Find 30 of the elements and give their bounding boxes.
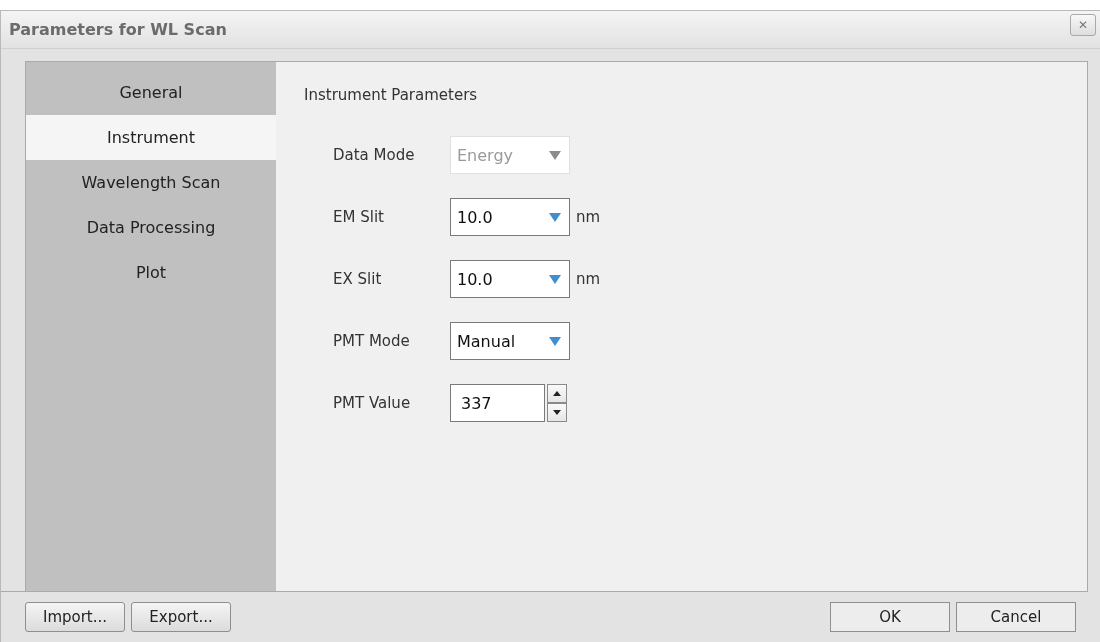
field-label: PMT Value [333, 394, 412, 412]
field-label: EM Slit [333, 208, 385, 226]
spin-up-button[interactable] [547, 384, 567, 403]
sidebar-item[interactable]: Data Processing [26, 205, 276, 250]
sidebar-item[interactable]: Wavelength Scan [26, 160, 276, 205]
field-label: EX Slit [333, 270, 383, 288]
field-label: PMT Mode [333, 332, 411, 350]
dropdown[interactable]: 10.0 [450, 260, 570, 298]
sidebar-item[interactable]: General [26, 70, 276, 115]
dropdown-arrow-icon[interactable] [549, 212, 561, 222]
dialog-button[interactable]: Cancel [956, 602, 1076, 632]
number-field[interactable]: 337 [450, 384, 545, 422]
dialog-button[interactable]: OK [830, 602, 950, 632]
sidebar-item[interactable]: Instrument [26, 115, 276, 160]
dropdown[interactable]: Manual [450, 322, 570, 360]
dropdown-arrow-icon[interactable] [549, 274, 561, 284]
sidebar-item[interactable]: Plot [26, 250, 276, 295]
window-title: Parameters for WL Scan [9, 20, 227, 39]
down-arrow-icon [553, 410, 561, 415]
section-heading: Instrument Parameters [304, 86, 479, 104]
unit-label: nm [576, 208, 601, 226]
field-label: Data Mode [333, 146, 416, 164]
close-button[interactable]: ✕ [1070, 13, 1096, 36]
dropdown[interactable]: 10.0 [450, 198, 570, 236]
up-arrow-icon [553, 391, 561, 396]
footer-button[interactable]: Import... [25, 602, 125, 632]
spin-down-button[interactable] [547, 403, 567, 422]
dropdown-arrow-icon[interactable] [549, 336, 561, 346]
unit-label: nm [576, 270, 601, 288]
footer-button[interactable]: Export... [131, 602, 231, 632]
